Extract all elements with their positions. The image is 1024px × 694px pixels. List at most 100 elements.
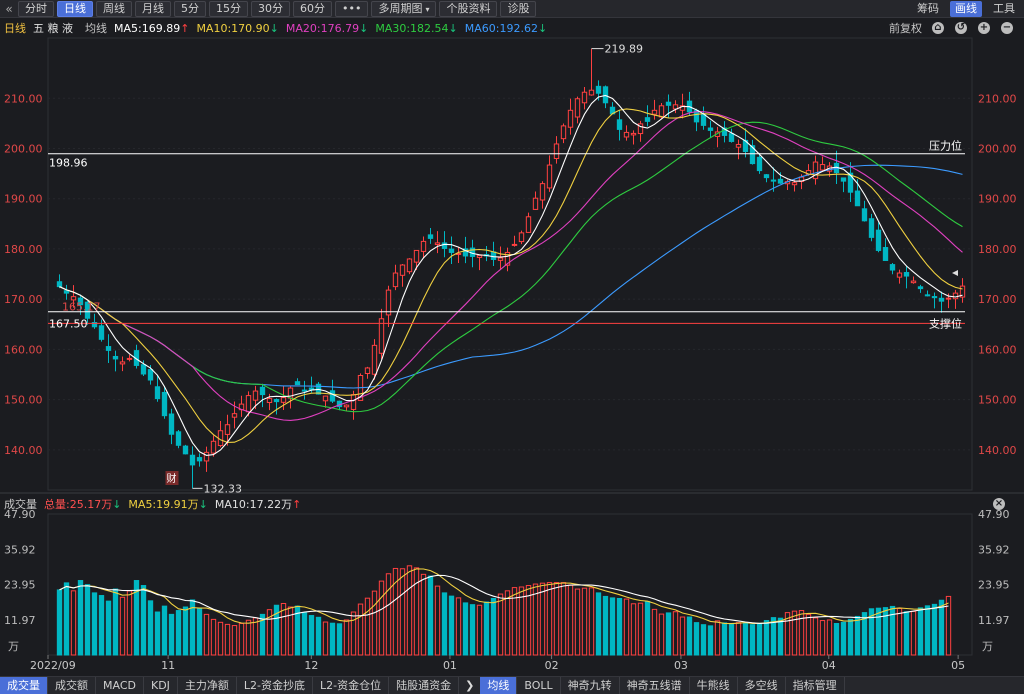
volume-bar-83[interactable] (637, 602, 644, 656)
volume-bar-18[interactable] (182, 606, 189, 656)
volume-bar-47[interactable] (385, 573, 392, 656)
volume-bar-7[interactable] (105, 600, 112, 656)
volume-bar-63[interactable] (497, 593, 504, 656)
candle-body-60[interactable] (476, 254, 483, 258)
volume-bar-58[interactable] (462, 602, 469, 656)
volume-bar-86[interactable] (658, 613, 665, 656)
candle-body-87[interactable] (665, 101, 672, 106)
volume-bar-109[interactable] (819, 620, 826, 656)
candle-body-78[interactable] (602, 86, 609, 104)
volume-bar-24[interactable] (224, 623, 231, 656)
volume-bar-53[interactable] (427, 575, 434, 656)
candle-body-0[interactable] (56, 281, 63, 288)
volume-bar-36[interactable] (308, 615, 315, 656)
candle-body-77[interactable] (595, 85, 602, 94)
volume-bar-26[interactable] (238, 623, 245, 656)
volume-bar-3[interactable] (77, 580, 84, 656)
indicator-tab-6[interactable]: L2-资金仓位 (313, 677, 390, 694)
candle-body-50[interactable] (406, 258, 413, 273)
volume-bar-54[interactable] (434, 585, 441, 656)
candle-body-100[interactable] (756, 156, 763, 172)
volume-bar-113[interactable] (847, 618, 854, 656)
volume-bar-16[interactable] (168, 613, 175, 656)
volume-bar-123[interactable] (917, 607, 924, 656)
candle-body-109[interactable] (819, 164, 826, 171)
volume-bar-44[interactable] (364, 597, 371, 656)
volume-bar-114[interactable] (854, 615, 861, 656)
volume-bar-95[interactable] (721, 622, 728, 656)
candle-body-70[interactable] (546, 164, 553, 189)
volume-bar-57[interactable] (455, 597, 462, 656)
candle-body-84[interactable] (644, 117, 651, 122)
candle-body-97[interactable] (735, 143, 742, 148)
volume-bar-23[interactable] (217, 621, 224, 656)
candle-body-125[interactable] (931, 296, 938, 299)
candle-body-63[interactable] (497, 257, 504, 261)
volume-bar-124[interactable] (924, 605, 931, 656)
volume-bar-40[interactable] (336, 623, 343, 656)
candle-body-42[interactable] (350, 394, 357, 410)
volume-bar-97[interactable] (735, 622, 742, 656)
volume-bar-1[interactable] (63, 582, 70, 656)
volume-bar-42[interactable] (350, 611, 357, 656)
candle-body-123[interactable] (917, 286, 924, 290)
volume-bar-110[interactable] (826, 619, 833, 656)
candle-body-66[interactable] (518, 232, 525, 243)
volume-bar-94[interactable] (714, 620, 721, 656)
candle-body-96[interactable] (728, 133, 735, 142)
candle-body-62[interactable] (490, 251, 497, 260)
volume-bar-43[interactable] (357, 603, 364, 656)
volume-bar-15[interactable] (161, 605, 168, 656)
candle-body-92[interactable] (700, 113, 707, 126)
volume-bar-37[interactable] (315, 616, 322, 656)
candle-body-105[interactable] (791, 182, 798, 186)
candle-body-76[interactable] (588, 89, 595, 96)
volume-bar-120[interactable] (896, 607, 903, 656)
volume-bar-96[interactable] (728, 623, 735, 656)
volume-bar-127[interactable] (945, 595, 952, 656)
volume-bar-59[interactable] (469, 604, 476, 656)
volume-bar-62[interactable] (490, 597, 497, 656)
candle-body-24[interactable] (224, 424, 231, 435)
candle-body-112[interactable] (840, 177, 847, 182)
candle-body-86[interactable] (658, 105, 665, 118)
indicator-tab-2[interactable]: MACD (96, 677, 144, 694)
candle-body-44[interactable] (364, 367, 371, 375)
candle-body-2[interactable] (70, 296, 77, 301)
candle-body-73[interactable] (567, 109, 574, 128)
volume-bar-73[interactable] (567, 584, 574, 656)
candle-body-85[interactable] (651, 109, 658, 115)
volume-bar-103[interactable] (777, 617, 784, 656)
tabs-scroll-arrow-icon[interactable]: ❯ (459, 679, 480, 692)
volume-bar-27[interactable] (245, 619, 252, 656)
overlay-tab-2[interactable]: 神奇九转 (561, 677, 620, 694)
volume-bar-92[interactable] (700, 624, 707, 656)
volume-bar-75[interactable] (581, 587, 588, 656)
volume-bar-98[interactable] (742, 622, 749, 656)
volume-bar-0[interactable] (56, 589, 63, 656)
volume-bar-45[interactable] (371, 590, 378, 656)
volume-bar-80[interactable] (616, 597, 623, 656)
overlay-tab-1[interactable]: BOLL (517, 677, 561, 694)
candle-body-49[interactable] (399, 264, 406, 276)
volume-bar-52[interactable] (420, 573, 427, 656)
volume-bar-51[interactable] (413, 567, 420, 656)
candle-body-13[interactable] (147, 369, 154, 381)
volume-bar-25[interactable] (231, 625, 238, 656)
candle-body-53[interactable] (427, 234, 434, 239)
candle-body-35[interactable] (301, 389, 308, 392)
candle-body-17[interactable] (175, 431, 182, 446)
candle-body-45[interactable] (371, 344, 378, 375)
volume-bar-85[interactable] (651, 608, 658, 656)
candle-body-10[interactable] (126, 357, 133, 360)
candle-body-34[interactable] (294, 381, 301, 386)
volume-bar-46[interactable] (378, 580, 385, 656)
volume-bar-102[interactable] (770, 617, 777, 656)
candle-body-18[interactable] (182, 445, 189, 455)
candle-body-20[interactable] (196, 457, 203, 462)
candle-body-102[interactable] (770, 179, 777, 182)
overlay-tab-0[interactable]: 均线 (480, 677, 518, 694)
volume-bar-50[interactable] (406, 565, 413, 656)
candle-body-56[interactable] (448, 248, 455, 253)
candle-body-1[interactable] (63, 290, 70, 294)
